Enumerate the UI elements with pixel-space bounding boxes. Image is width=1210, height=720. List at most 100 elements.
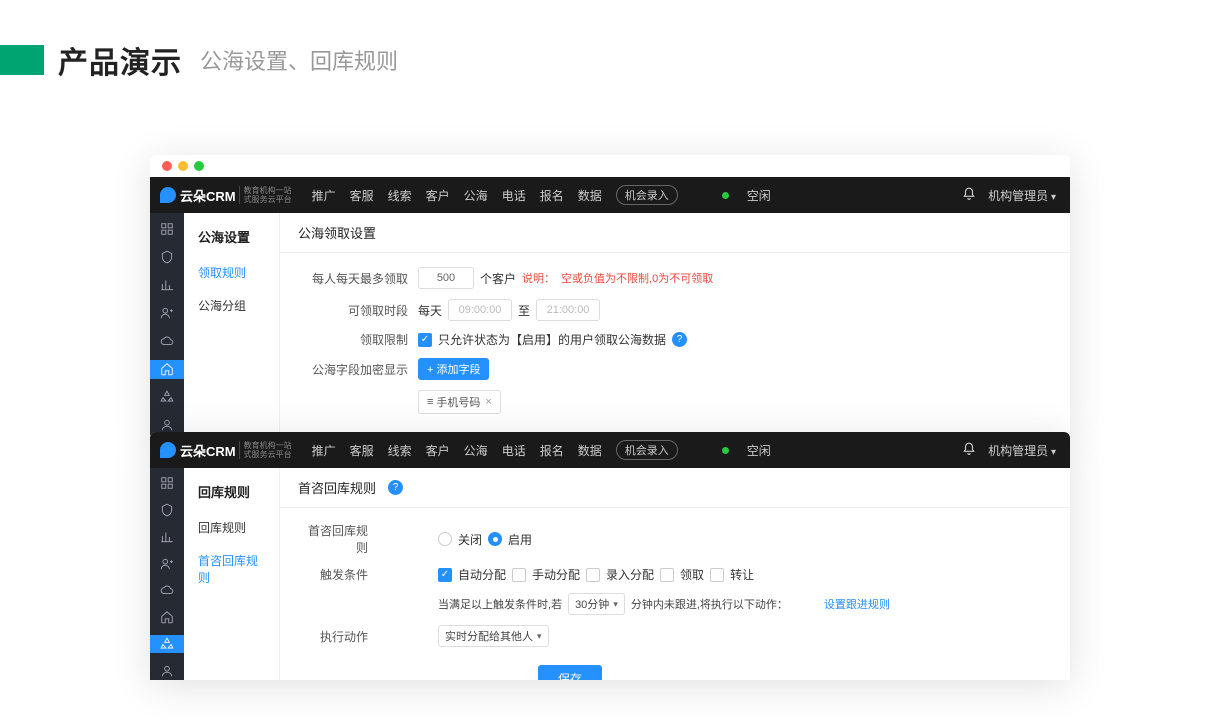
- trigger-sentence-post: 分钟内未跟进,将执行以下动作：: [631, 596, 788, 612]
- tag-phone-field: ≡ 手机号码 ×: [418, 390, 501, 414]
- nav-kehu[interactable]: 客户: [426, 187, 450, 204]
- sidebar-section-title: 公海设置: [184, 213, 279, 256]
- secondary-sidebar: 回库规则 回库规则 首咨回库规则: [184, 468, 280, 680]
- checkbox-only-enabled-users[interactable]: [418, 333, 432, 347]
- nav-gonghai[interactable]: 公海: [464, 187, 488, 204]
- tag-remove-icon[interactable]: ×: [485, 396, 491, 408]
- checkbox-input-assign[interactable]: [586, 568, 600, 582]
- mac-minimize-icon[interactable]: [178, 161, 188, 171]
- vertical-icon-bar: [150, 468, 184, 680]
- nav-xiansuo[interactable]: 线索: [388, 442, 412, 459]
- nav-xiansuo[interactable]: 线索: [388, 187, 412, 204]
- mac-close-icon[interactable]: [162, 161, 172, 171]
- nav-kefu[interactable]: 客服: [350, 442, 374, 459]
- vbar-user-icon[interactable]: [150, 555, 184, 573]
- help-icon[interactable]: ?: [388, 480, 403, 495]
- vbar-cloud-icon[interactable]: [150, 582, 184, 600]
- vbar-dashboard-icon[interactable]: [150, 219, 184, 238]
- select-action[interactable]: 实时分配给其他人: [438, 625, 549, 647]
- vbar-shield-icon[interactable]: [150, 501, 184, 519]
- notifications-icon[interactable]: [962, 187, 976, 204]
- label-max-claim: 每人每天最多领取: [298, 270, 418, 287]
- checkbox-claim[interactable]: [660, 568, 674, 582]
- sidebar-item-pool-groups[interactable]: 公海分组: [184, 289, 279, 322]
- vbar-dashboard-icon[interactable]: [150, 474, 184, 492]
- trigger-sentence-pre: 当满足以上触发条件时,若: [438, 596, 562, 612]
- brand-name: 云朵CRM: [180, 186, 236, 205]
- btn-add-field[interactable]: 添加字段: [418, 358, 489, 380]
- label-claim-limit: 领取限制: [298, 331, 418, 348]
- nav-shuju[interactable]: 数据: [578, 187, 602, 204]
- vbar-shield-icon[interactable]: [150, 247, 184, 266]
- brand-tagline: 教育机构一站式服务云平台: [239, 186, 292, 204]
- input-time-from[interactable]: [448, 299, 512, 321]
- drag-handle-icon[interactable]: ≡: [427, 396, 431, 408]
- brand[interactable]: 云朵CRM 教育机构一站式服务云平台: [150, 441, 302, 460]
- slide-title: 产品演示: [58, 38, 182, 82]
- notifications-icon[interactable]: [962, 442, 976, 459]
- user-menu[interactable]: 机构管理员: [988, 187, 1056, 204]
- brand[interactable]: 云朵CRM 教育机构一站式服务云平台: [150, 186, 302, 205]
- nav-tuiguang[interactable]: 推广: [312, 442, 336, 459]
- nav-right: 机构管理员: [962, 187, 1070, 204]
- checkbox-manual-assign[interactable]: [512, 568, 526, 582]
- radio-off[interactable]: [438, 532, 452, 546]
- label-trigger-condition: 触发条件: [298, 566, 378, 583]
- nav-kehu[interactable]: 客户: [426, 442, 450, 459]
- btn-opportunity-entry[interactable]: 机会录入: [616, 185, 678, 205]
- nav-items: 推广 客服 线索 客户 公海 电话 报名 数据 机会录入 空闲: [302, 185, 771, 205]
- sidebar-item-first-consult-return[interactable]: 首咨回库规则: [184, 544, 279, 594]
- secondary-sidebar: 公海设置 领取规则 公海分组: [184, 213, 280, 435]
- btn-opportunity-entry[interactable]: 机会录入: [616, 440, 678, 460]
- checkbox-auto-assign[interactable]: [438, 568, 452, 582]
- mac-titlebar: [150, 155, 1070, 177]
- vbar-recycle-icon[interactable]: [150, 635, 184, 653]
- link-set-followup-rule[interactable]: 设置跟进规则: [824, 596, 890, 612]
- input-max-claim[interactable]: [418, 267, 474, 289]
- slide-subtitle: 公海设置、回库规则: [200, 44, 398, 76]
- window-gonghai-settings: 云朵CRM 教育机构一站式服务云平台 推广 客服 线索 客户 公海 电话 报名 …: [150, 155, 1070, 435]
- vbar-home-icon[interactable]: [150, 360, 184, 379]
- select-duration[interactable]: 30分钟: [568, 593, 625, 615]
- nav-baoming[interactable]: 报名: [540, 187, 564, 204]
- top-nav: 云朵CRM 教育机构一站式服务云平台 推广 客服 线索 客户 公海 电话 报名 …: [150, 177, 1070, 213]
- sidebar-item-claim-rules[interactable]: 领取规则: [184, 256, 279, 289]
- hint-max-claim: 空或负值为不限制,0为不可领取: [561, 270, 713, 286]
- vbar-chart-icon[interactable]: [150, 275, 184, 294]
- daily-label: 每天: [418, 302, 442, 319]
- nav-baoming[interactable]: 报名: [540, 442, 564, 459]
- sidebar-section-title: 回库规则: [184, 468, 279, 511]
- status-text[interactable]: 空闲: [747, 187, 771, 204]
- unit-max-claim: 个客户: [480, 270, 516, 287]
- nav-tuiguang[interactable]: 推广: [312, 187, 336, 204]
- brand-tagline: 教育机构一站式服务云平台: [239, 441, 292, 459]
- vbar-cloud-icon[interactable]: [150, 332, 184, 351]
- user-menu[interactable]: 机构管理员: [988, 442, 1056, 459]
- input-time-to[interactable]: [536, 299, 600, 321]
- opt-claim: 领取: [680, 566, 704, 583]
- sidebar-item-return-rules[interactable]: 回库规则: [184, 511, 279, 544]
- nav-items: 推广 客服 线索 客户 公海 电话 报名 数据 机会录入 空闲: [302, 440, 771, 460]
- nav-shuju[interactable]: 数据: [578, 442, 602, 459]
- radio-on[interactable]: [488, 532, 502, 546]
- nav-kefu[interactable]: 客服: [350, 187, 374, 204]
- opt-transfer: 转让: [730, 566, 754, 583]
- status-text[interactable]: 空闲: [747, 442, 771, 459]
- vbar-home-icon[interactable]: [150, 608, 184, 626]
- nav-gonghai[interactable]: 公海: [464, 442, 488, 459]
- mac-zoom-icon[interactable]: [194, 161, 204, 171]
- vbar-recycle-icon[interactable]: [150, 388, 184, 407]
- status-dot-icon: [722, 192, 729, 199]
- top-nav: 云朵CRM 教育机构一站式服务云平台 推广 客服 线索 客户 公海 电话 报名 …: [150, 432, 1070, 468]
- vbar-chart-icon[interactable]: [150, 528, 184, 546]
- vbar-person-icon[interactable]: [150, 662, 184, 680]
- vbar-user-icon[interactable]: [150, 303, 184, 322]
- nav-dianhua[interactable]: 电话: [502, 442, 526, 459]
- checkbox-transfer[interactable]: [710, 568, 724, 582]
- help-icon[interactable]: ?: [672, 332, 687, 347]
- nav-dianhua[interactable]: 电话: [502, 187, 526, 204]
- opt-auto-assign: 自动分配: [458, 566, 506, 583]
- btn-save[interactable]: 保存: [538, 665, 602, 680]
- status-dot-icon: [722, 447, 729, 454]
- vertical-icon-bar: [150, 213, 184, 435]
